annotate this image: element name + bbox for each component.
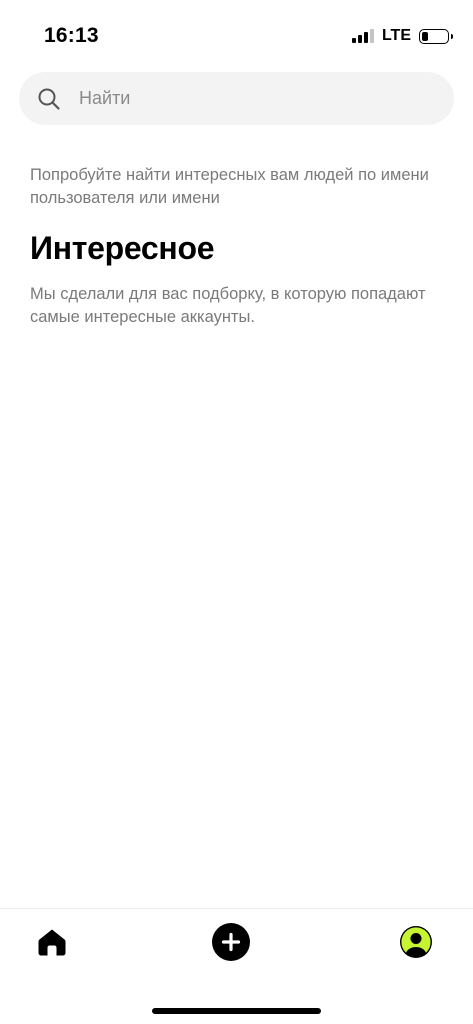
- status-bar: 16:13 LTE: [0, 0, 473, 64]
- home-indicator: [152, 1008, 321, 1014]
- tab-profile[interactable]: [396, 924, 436, 964]
- status-time: 16:13: [44, 24, 99, 47]
- section-description: Мы сделали для вас подборку, в которую п…: [30, 285, 426, 326]
- home-icon: [35, 925, 69, 964]
- status-indicators: LTE: [351, 27, 453, 45]
- tab-bar: [0, 908, 473, 1024]
- search-bar[interactable]: [19, 72, 454, 125]
- search-input[interactable]: [79, 88, 409, 109]
- search-hint: Попробуйте найти интересных вам людей по…: [30, 166, 429, 207]
- tab-add[interactable]: [211, 922, 251, 967]
- section-title: Интересное: [30, 230, 215, 266]
- avatar-icon: [399, 925, 433, 964]
- network-type: LTE: [381, 27, 411, 44]
- signal-strength-icon: [351, 29, 374, 43]
- tab-home[interactable]: [32, 924, 72, 964]
- search-icon: [37, 87, 61, 111]
- plus-circle-icon: [211, 922, 251, 967]
- battery-icon: [419, 28, 453, 44]
